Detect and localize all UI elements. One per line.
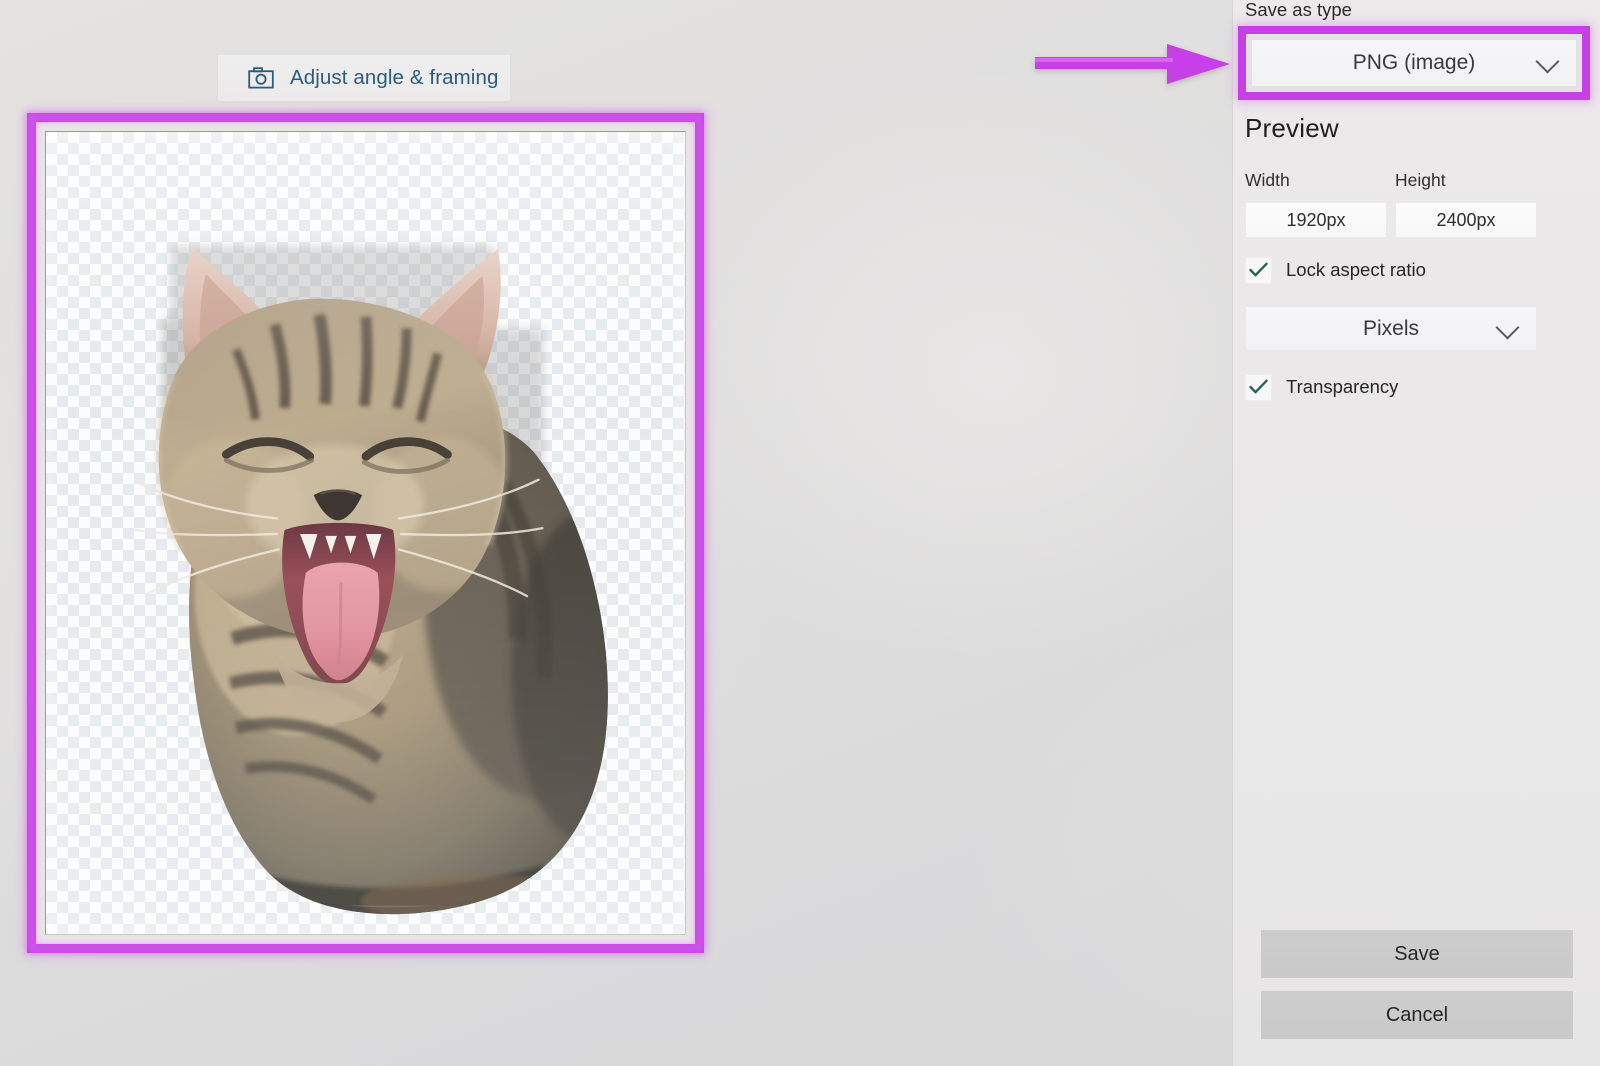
checkbox-box (1245, 257, 1272, 284)
unit-value: Pixels (1363, 317, 1419, 341)
unit-dropdown-wrapper: Pixels (1245, 306, 1537, 351)
width-label: Width (1245, 170, 1290, 191)
save-as-type-label: Save as type (1245, 0, 1352, 21)
transparency-checkbox[interactable]: Transparency (1245, 373, 1398, 401)
height-label: Height (1395, 170, 1446, 191)
yawning-kitten-illustration (46, 132, 685, 934)
adjust-angle-framing-label: Adjust angle & framing (290, 66, 498, 90)
checkbox-box (1245, 374, 1272, 401)
transparency-label: Transparency (1286, 376, 1398, 398)
lock-aspect-ratio-label: Lock aspect ratio (1286, 259, 1426, 281)
chevron-down-icon (1495, 315, 1519, 339)
save-button[interactable]: Save (1261, 930, 1573, 978)
file-type-value: PNG (image) (1353, 51, 1476, 75)
cancel-button[interactable]: Cancel (1261, 991, 1573, 1039)
file-type-highlight: PNG (image) (1238, 26, 1590, 100)
adjust-angle-framing-button[interactable]: Adjust angle & framing (218, 55, 510, 101)
height-input[interactable]: 2400px (1395, 202, 1537, 238)
save-options-panel: Save as type PNG (image) Preview Width H… (1232, 0, 1600, 1066)
checkmark-icon (1249, 379, 1268, 395)
preview-heading: Preview (1245, 113, 1339, 144)
cutout-image (46, 132, 685, 934)
width-input[interactable]: 1920px (1245, 202, 1387, 238)
lock-aspect-ratio-checkbox[interactable]: Lock aspect ratio (1245, 256, 1426, 284)
file-type-dropdown[interactable]: PNG (image) (1251, 39, 1577, 87)
image-preview-highlight (27, 113, 704, 953)
checkmark-icon (1249, 262, 1268, 278)
camera-icon (248, 67, 274, 89)
unit-dropdown[interactable]: Pixels (1245, 306, 1537, 351)
right-arrow-icon (1035, 40, 1230, 88)
app-root: Adjust angle & framing (0, 0, 1600, 1066)
editor-area: Adjust angle & framing (0, 0, 1232, 1066)
chevron-down-icon (1535, 49, 1559, 73)
image-canvas[interactable] (45, 131, 686, 935)
